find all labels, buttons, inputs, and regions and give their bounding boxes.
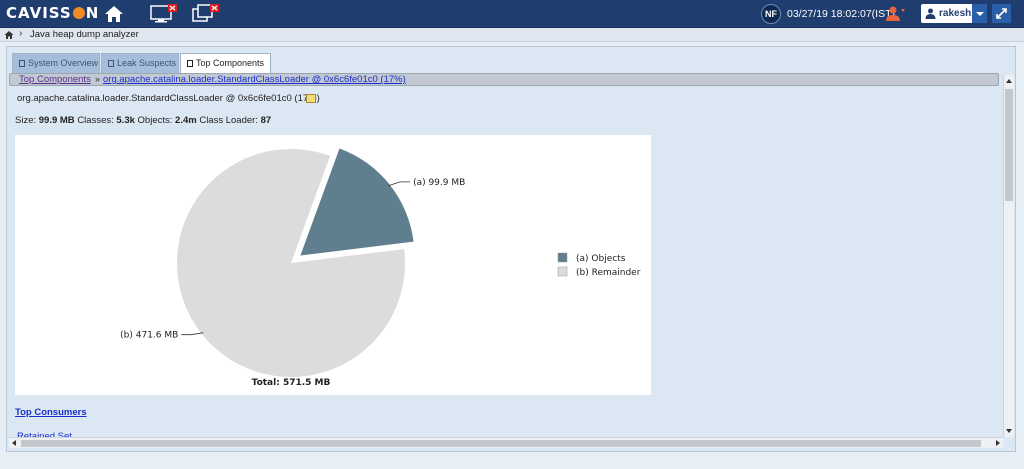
horizontal-scrollbar[interactable] (9, 437, 1003, 448)
scroll-up-icon[interactable] (1006, 79, 1012, 83)
document-icon (19, 60, 25, 67)
legend-label: (b) Remainder (576, 268, 641, 278)
monitor-close-icon[interactable] (150, 4, 178, 24)
chevron-down-icon[interactable] (972, 4, 987, 23)
legend-label: (a) Objects (576, 254, 626, 264)
top-bar: CAVISS N NF 03/27/19 18:02:07(IST) rakesh (0, 0, 1024, 28)
tab-label: System Overview (28, 58, 99, 68)
logo-text-end: N (85, 4, 100, 22)
windows-close-icon[interactable] (192, 4, 220, 24)
scroll-down-icon[interactable] (1006, 429, 1012, 433)
user-menu-button[interactable]: rakesh (921, 4, 987, 23)
class-loader-value: 87 (260, 115, 272, 126)
cavisson-logo: CAVISS N (6, 4, 99, 22)
breadcrumb-home-icon[interactable] (4, 30, 14, 40)
user-initials-avatar[interactable]: NF (761, 4, 781, 24)
tab-leak-suspects[interactable]: Leak Suspects (101, 53, 179, 73)
main-panel: System Overview Leak Suspects Top Compon… (6, 46, 1016, 452)
object-details-icon[interactable] (306, 94, 316, 103)
classes-label: Classes: (77, 115, 114, 126)
logo-text: CAVISS (6, 4, 72, 22)
bottom-strip (0, 456, 1024, 469)
classes-value: 5.3k (116, 115, 135, 126)
scroll-left-icon[interactable] (12, 440, 16, 446)
breadcrumb-chevron-icon: › (19, 28, 23, 39)
logo-o-mark (72, 7, 85, 19)
username-label: rakesh (939, 8, 972, 19)
expand-icon[interactable] (992, 4, 1011, 23)
object-summary: Size: 99.9 MB Classes: 5.3k Objects: 2.4… (15, 115, 271, 126)
top-consumers-link[interactable]: Top Consumers (15, 407, 87, 418)
top-components-link[interactable]: Top Components (19, 74, 91, 85)
pie-chart: (a) 99.9 MB (b) 471.6 MB (a) Objects (b) Re… (120, 148, 641, 388)
classloader-link[interactable]: org.apache.catalina.loader.StandardClass… (103, 74, 406, 85)
breadcrumb: › Java heap dump analyzer (0, 28, 1024, 42)
crumb-separator: » (95, 74, 101, 84)
datetime-display: 03/27/19 18:02:07(IST) (787, 8, 895, 20)
objects-value: 2.4m (175, 115, 197, 126)
legend-swatch (557, 266, 568, 277)
pie-data-label: (a) 99.9 MB (413, 178, 465, 188)
user-alert-icon[interactable] (885, 5, 907, 23)
document-icon (108, 60, 114, 67)
objects-label: Objects: (137, 115, 173, 126)
pie-leader-line (181, 332, 204, 336)
scroll-thumb[interactable] (1005, 89, 1013, 201)
breadcrumb-label: Java heap dump analyzer (30, 29, 139, 40)
document-icon (187, 60, 193, 67)
size-value: 99.9 MB (38, 115, 75, 126)
scroll-right-icon[interactable] (996, 440, 1000, 446)
pie-chart-container: (a) 99.9 MB (b) 471.6 MB (a) Objects (b) Re… (15, 135, 651, 395)
home-icon[interactable] (104, 4, 124, 24)
object-title: org.apache.catalina.loader.StandardClass… (17, 93, 320, 104)
legend-swatch (557, 252, 568, 263)
tab-system-overview[interactable]: System Overview (12, 53, 100, 73)
vertical-scrollbar[interactable] (1003, 75, 1014, 437)
pie-data-label: (b) 471.6 MB (120, 331, 178, 341)
user-icon (925, 8, 936, 19)
size-label: Size: (15, 115, 37, 126)
scroll-thumb-horizontal[interactable] (21, 440, 981, 447)
tab-label: Leak Suspects (117, 58, 177, 68)
tab-top-components[interactable]: Top Components (180, 53, 271, 74)
report-content: Top Components » org.apache.catalina.loa… (9, 73, 1001, 439)
report-breadcrumb: Top Components » org.apache.catalina.loa… (9, 73, 999, 86)
pie-total-label: Total: 571.5 MB (252, 378, 331, 388)
pie-leader-line (387, 181, 411, 187)
class-loader-label: Class Loader: (199, 115, 258, 126)
tab-label: Top Components (196, 58, 265, 68)
